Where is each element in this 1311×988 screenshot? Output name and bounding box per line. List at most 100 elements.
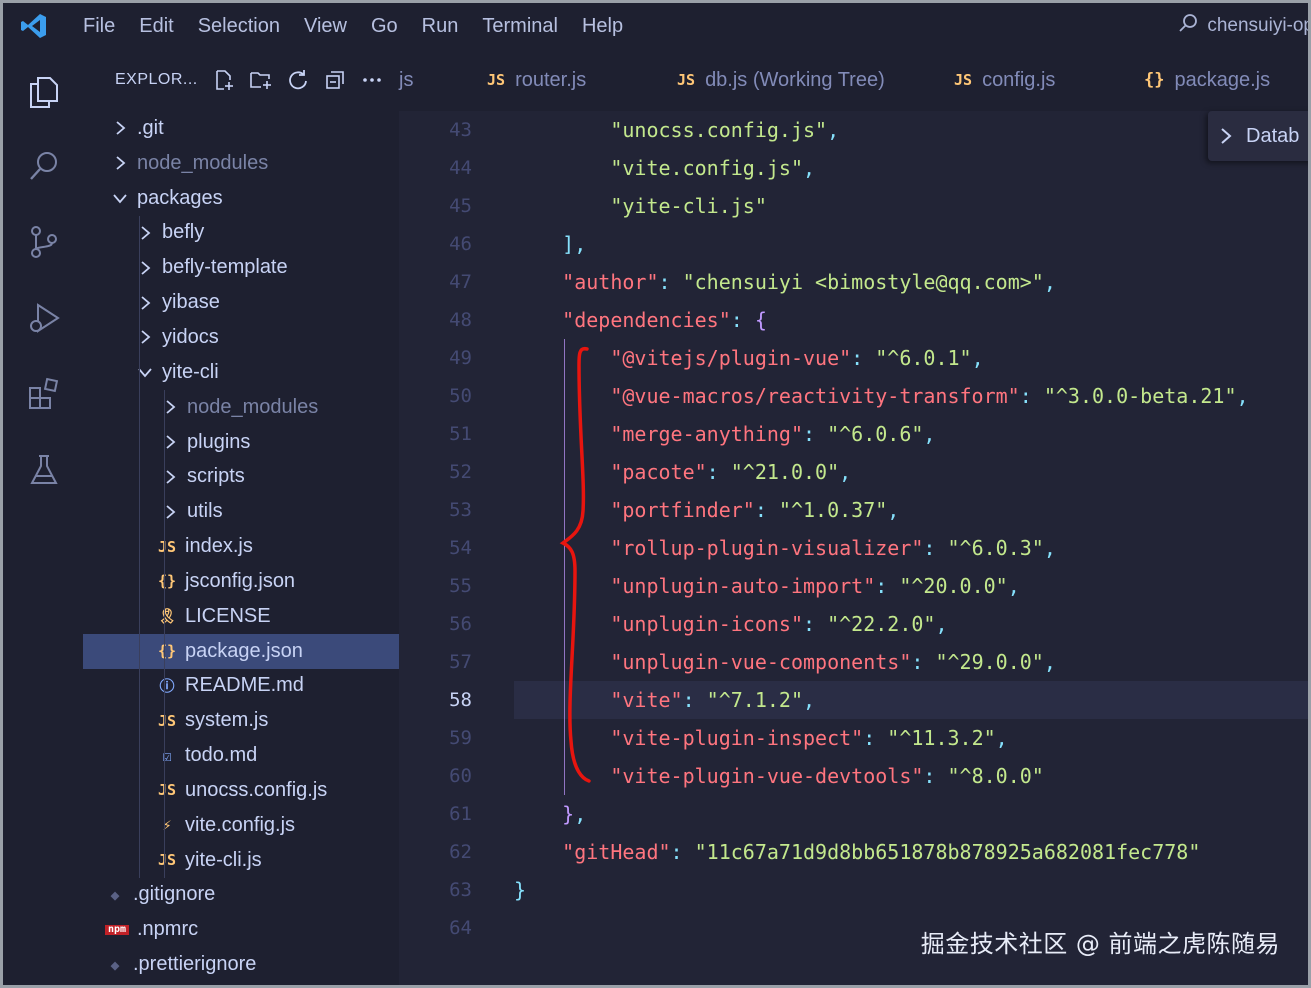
refresh-icon[interactable] [286, 68, 310, 92]
js-file-icon: JS [157, 711, 177, 730]
more-actions-icon[interactable] [360, 68, 384, 92]
menu-selection[interactable]: Selection [186, 3, 292, 49]
editor-tab[interactable]: JS config.js [934, 49, 1124, 111]
tree-file[interactable]: JS system.js [83, 703, 399, 738]
js-file-icon: JS [157, 537, 177, 556]
tab-label: config.js [982, 68, 1056, 91]
breadcrumb-popup[interactable]: Datab [1208, 111, 1308, 161]
tree-file[interactable]: npm .npmrc [83, 912, 399, 947]
tree-folder[interactable]: node_modules [83, 390, 399, 425]
tree-folder[interactable]: .git [83, 111, 399, 146]
tree-item-label: node_modules [187, 395, 319, 418]
code-token: : [851, 346, 876, 370]
code-token: , [574, 802, 587, 826]
tree-item-label: unocss.config.js [185, 778, 328, 801]
js-file-icon: JS [677, 71, 696, 89]
tree-file[interactable]: {} package.json [83, 633, 399, 669]
code-token: , [935, 612, 948, 636]
code-token: : [670, 840, 695, 864]
menu-terminal[interactable]: Terminal [470, 3, 570, 49]
code-line: "vite.config.js", [514, 149, 1249, 187]
menu-run[interactable]: Run [410, 3, 471, 49]
js-file-icon: JS [157, 781, 177, 800]
tree-file[interactable]: {} jsconfig.json [83, 564, 399, 599]
code-token: : [730, 308, 755, 332]
tree-folder[interactable]: scripts [83, 459, 399, 494]
code-token: } [514, 878, 527, 902]
editor-tab[interactable]: JS router.js [467, 49, 657, 111]
line-number: 63 [449, 879, 472, 901]
tree-file[interactable]: JS yite-cli.js [83, 843, 399, 878]
tree-item-label: node_modules [137, 151, 269, 174]
menu-edit[interactable]: Edit [127, 3, 185, 49]
tree-file[interactable]: JS index.js [83, 529, 399, 564]
code-line: ], [514, 225, 1249, 263]
command-center[interactable]: chensuiyi-op [1177, 11, 1308, 41]
tree-folder[interactable]: befly [83, 216, 399, 251]
npm-file-icon: npm [105, 924, 129, 935]
chevron-down-icon [111, 189, 129, 207]
code-token: , [923, 422, 936, 446]
code-area[interactable]: "unocss.config.js", "vite.config.js", "y… [514, 111, 1249, 947]
explorer-title: EXPLOR... [115, 71, 198, 88]
tree-folder[interactable]: befly-template [83, 250, 399, 285]
explorer-icon[interactable] [25, 73, 63, 111]
code-token: : [682, 688, 707, 712]
title-bar: File Edit Selection View Go Run Terminal Help c… [3, 3, 1308, 49]
tree-folder[interactable]: yidocs [83, 320, 399, 355]
code-editor[interactable]: 43 44 45 46 47 48 49 50 51 52 53 54 55 56 57 58 59 60 61 62… [399, 111, 1308, 985]
code-token: "@vue-macros/reactivity-transform" [610, 384, 1020, 408]
tree-file[interactable]: ◆ .gitignore [83, 878, 399, 913]
js-file-icon: JS [954, 71, 973, 89]
tree-file[interactable]: ⓘ README.md [83, 669, 399, 704]
extensions-icon[interactable] [25, 375, 63, 413]
tree-file[interactable]: ⚡ vite.config.js [83, 808, 399, 843]
tree-file[interactable]: 🎗 LICENSE [83, 599, 399, 634]
tree-folder[interactable]: packages [83, 181, 399, 216]
testing-flask-icon[interactable] [25, 451, 63, 489]
run-debug-icon[interactable] [25, 299, 63, 337]
tree-item-label: .gitignore [133, 883, 216, 906]
code-token: "pacote" [610, 460, 707, 484]
code-token: : [1019, 384, 1044, 408]
editor-tab[interactable]: {} package.js [1124, 49, 1308, 111]
tree-folder[interactable]: yite-cli [83, 355, 399, 390]
tree-file[interactable]: ◆ .prettierignore [83, 947, 399, 982]
editor-tab[interactable]: JS db.js (Working Tree) [657, 49, 934, 111]
license-file-icon: 🎗 [157, 607, 177, 626]
editor-tab-bar: js JS router.js JS db.js (Working Tree) JS con… [399, 49, 1308, 111]
tree-file[interactable]: ☑ todo.md [83, 738, 399, 773]
menu-view[interactable]: View [292, 3, 359, 49]
new-folder-icon[interactable] [249, 68, 273, 92]
code-token: "unplugin-auto-import" [610, 574, 876, 598]
code-token: { [754, 308, 767, 332]
tree-folder[interactable]: node_modules [83, 146, 399, 181]
tree-folder[interactable]: utils [83, 494, 399, 529]
tree-folder[interactable]: plugins [83, 425, 399, 460]
menu-go[interactable]: Go [359, 3, 410, 49]
code-line: }, [514, 795, 1249, 833]
code-token: : [802, 422, 828, 446]
code-token: "^6.0.3" [947, 536, 1044, 560]
js-file-icon: JS [157, 851, 177, 870]
line-number: 61 [449, 803, 472, 825]
tree-folder[interactable]: yibase [83, 285, 399, 320]
code-line: "unplugin-vue-components": "^29.0.0", [514, 643, 1249, 681]
editor-tab[interactable]: js [399, 49, 467, 111]
line-number: 54 [449, 537, 472, 559]
new-file-icon[interactable] [212, 68, 236, 92]
menu-file[interactable]: File [71, 3, 127, 49]
code-token: "merge-anything" [610, 422, 803, 446]
source-control-icon[interactable] [25, 223, 63, 261]
tab-label: package.js [1174, 68, 1271, 91]
collapse-all-icon[interactable] [323, 68, 347, 92]
code-line: "dependencies": { [514, 301, 1249, 339]
code-token: , [827, 118, 840, 142]
menu-help[interactable]: Help [570, 3, 635, 49]
tree-file[interactable]: JS unocss.config.js [83, 773, 399, 808]
search-icon[interactable] [25, 147, 63, 185]
code-token: } [562, 802, 575, 826]
code-token: "^3.0.0-beta.21" [1043, 384, 1237, 408]
